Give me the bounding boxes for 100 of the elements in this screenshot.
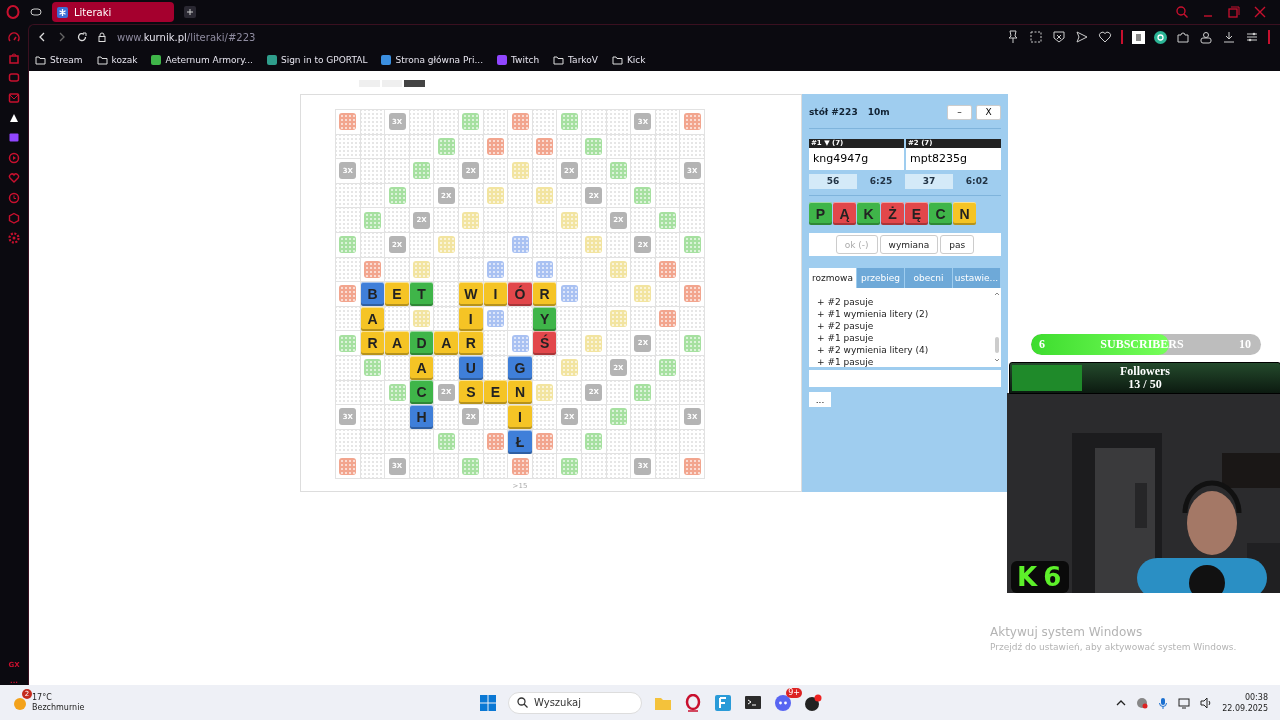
close-icon[interactable] [1254,6,1266,18]
search-icon[interactable] [1176,6,1188,18]
bonus-square[interactable] [609,162,627,180]
bonus-square[interactable] [388,383,406,401]
bonus-square[interactable] [634,383,652,401]
selection-icon[interactable] [1029,30,1043,44]
envelope-icon[interactable] [8,92,20,104]
pin-icon[interactable] [1006,30,1020,44]
bookmark-label[interactable]: TarkoV [568,55,598,65]
bonus-square[interactable] [511,334,529,352]
search-field[interactable]: Wyszukaj [508,691,642,714]
cube-icon[interactable] [8,212,20,224]
plus-icon[interactable] [184,6,196,18]
bonus-square[interactable] [413,310,431,328]
microphone-icon[interactable] [1158,696,1169,709]
bonus-square[interactable] [462,457,480,475]
play-circle-icon[interactable] [8,152,20,164]
page-indicator[interactable] [404,80,425,87]
bonus-square[interactable] [536,433,554,450]
bookmark[interactable]: Stream [35,55,83,65]
close-button[interactable]: X [976,104,1001,120]
triangle-icon[interactable] [8,112,20,124]
shield-icon[interactable] [1052,30,1066,44]
gauge-icon[interactable] [8,32,20,44]
bonus-square[interactable] [585,137,603,155]
clock-time[interactable]: 00:38 [1222,691,1268,703]
rack-tile[interactable]: Ż [881,202,904,225]
bonus-square[interactable] [683,334,701,352]
bonus-square[interactable] [560,359,578,377]
folder-icon[interactable] [35,55,46,65]
bonus-square[interactable] [659,359,677,377]
panel-tab[interactable]: rozmowa [809,268,857,288]
bonus-square[interactable] [363,211,381,229]
bonus-square[interactable] [683,113,701,131]
bonus-square[interactable] [536,137,554,155]
bonus-square[interactable] [339,285,357,303]
bonus-square[interactable] [560,113,578,131]
bonus-square[interactable] [486,137,504,155]
weather-condition[interactable]: Bezchmurnie [32,702,85,713]
bonus-square[interactable] [609,310,627,328]
bonus-square[interactable] [339,236,357,254]
speaker-icon[interactable] [1200,696,1213,709]
back-icon[interactable] [37,32,47,42]
restore-icon[interactable] [1228,6,1240,18]
rack-tile[interactable]: N [953,202,976,225]
bonus-square[interactable] [486,260,504,278]
bonus-square[interactable] [339,457,357,475]
chat-input[interactable] [809,370,1001,387]
action-button[interactable]: pas [940,235,975,254]
bonus-square[interactable] [683,236,701,254]
page-indicator[interactable] [381,80,403,87]
bonus-square[interactable] [437,433,455,450]
bonus-square[interactable] [536,187,554,205]
bonus-square[interactable] [511,113,529,131]
monitor-icon[interactable] [1178,696,1191,709]
temperature[interactable]: 17°C [32,692,85,703]
reload-icon[interactable] [77,32,87,42]
bonus-square[interactable] [536,383,554,401]
bookmark-label[interactable]: kozak [111,55,138,65]
bonus-square[interactable] [486,187,504,205]
bonus-square[interactable] [486,433,504,450]
send-icon[interactable] [1075,30,1089,44]
bonus-square[interactable] [585,334,603,352]
bonus-square[interactable] [560,457,578,475]
o-ring-icon[interactable] [6,5,20,19]
bag-icon[interactable] [8,52,20,64]
bookmark-label[interactable]: Stream [50,55,83,65]
profile-icon[interactable] [1199,30,1213,44]
rack-tile[interactable]: K [857,202,880,225]
o-ring-icon[interactable] [684,693,702,712]
minimize-button[interactable]: – [947,104,972,120]
bonus-square[interactable] [659,211,677,229]
board-square[interactable] [508,257,533,283]
bonus-square[interactable] [339,334,357,352]
bonus-square[interactable] [634,187,652,205]
bookmark-label[interactable]: Twitch [511,55,540,65]
settings-icon[interactable] [1245,30,1259,44]
bonus-square[interactable] [609,260,627,278]
clock-icon[interactable] [8,192,20,204]
bookmark[interactable]: kozak [96,55,138,65]
bonus-square[interactable] [560,211,578,229]
windows-icon[interactable] [480,694,496,711]
chat-icon[interactable] [8,72,20,84]
forward-icon[interactable] [57,32,67,42]
rack-tile[interactable]: Ę [905,202,928,225]
board-square[interactable] [483,355,509,381]
bonus-square[interactable] [511,457,529,475]
bookmark[interactable]: Twitch [497,55,540,65]
more-button[interactable]: ... [809,392,831,407]
bonus-square[interactable] [388,187,406,205]
bonus-square[interactable] [413,162,431,180]
folder-icon[interactable] [553,55,565,65]
bonus-square[interactable] [363,359,381,377]
terminal-icon[interactable] [744,694,762,711]
bonus-square[interactable] [511,236,529,254]
bonus-square[interactable] [560,285,578,303]
bonus-square[interactable] [486,310,504,328]
bonus-square[interactable] [683,457,701,475]
rack-tile[interactable]: P [809,202,832,225]
bookmark[interactable]: Kick [611,55,646,65]
